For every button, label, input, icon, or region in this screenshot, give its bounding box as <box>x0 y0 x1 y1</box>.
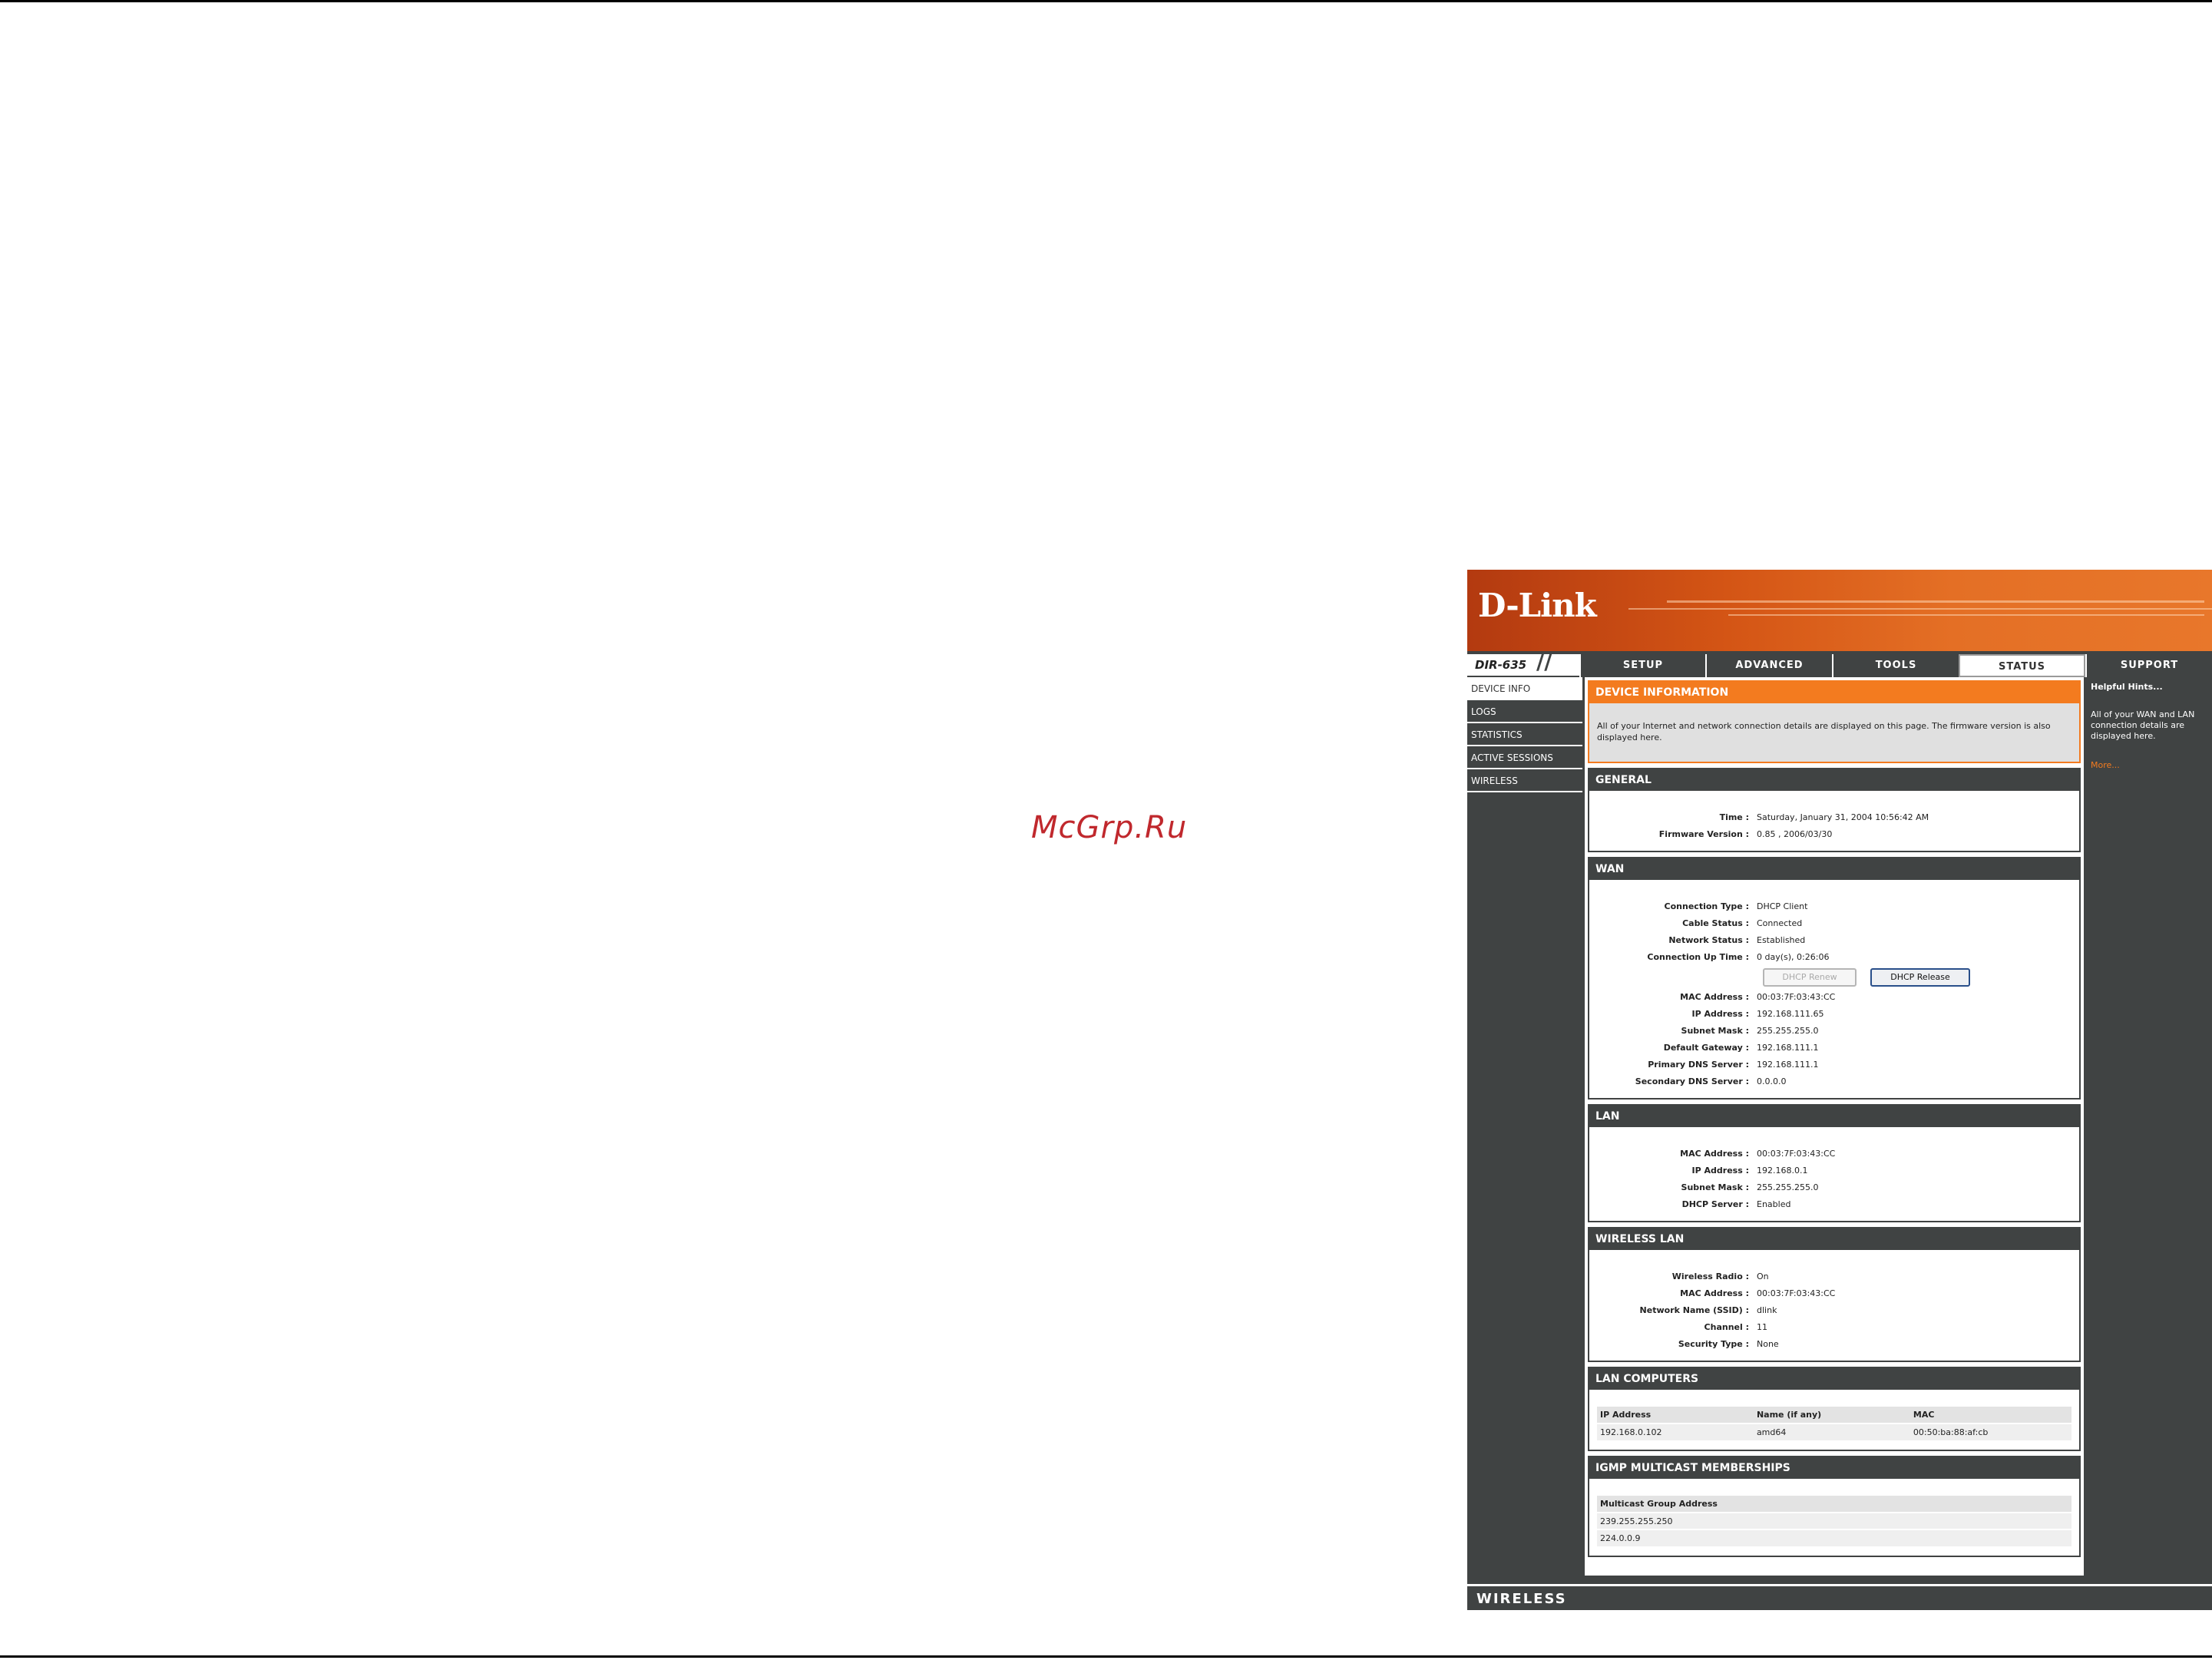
wireless-lan-section: WIRELESS LAN Wireless Radio : On MAC Addr… <box>1588 1227 2081 1362</box>
dhcp-renew-button[interactable]: DHCP Renew <box>1763 968 1857 987</box>
sidebar-item-device-info[interactable]: DEVICE INFO <box>1467 677 1582 700</box>
gateway-row: Default Gateway :192.168.111.1 <box>1663 1043 1819 1053</box>
wan-mac-row: MAC Address :00:03:7F:03:43:CC <box>1680 992 1836 1002</box>
wireless-radio-row: Wireless Radio : On <box>1671 1271 1769 1281</box>
tab-tools[interactable]: TOOLS <box>1832 654 1959 677</box>
dlink-logo: D-Link <box>1478 587 1597 624</box>
device-information-section: DEVICE INFORMATION All of your Internet … <box>1588 680 2081 763</box>
top-nav: DIR-635 // SETUP ADVANCED TOOLS STATUS S… <box>1467 651 2212 677</box>
header-banner: D-Link <box>1467 570 2212 651</box>
lan-ip-row: IP Address :192.168.0.1 <box>1691 1166 1808 1176</box>
secondary-dns-row: Secondary DNS Server :0.0.0.0 <box>1635 1076 1787 1086</box>
tab-status[interactable]: STATUS <box>1959 654 2085 677</box>
intro-text: All of your Internet and network connect… <box>1589 703 2079 762</box>
column-header: Name (if any) <box>1753 1407 1910 1424</box>
sidebar-item-active-sessions[interactable]: ACTIVE SESSIONS <box>1467 746 1582 769</box>
sidebar-item-wireless[interactable]: WIRELESS <box>1467 769 1582 792</box>
cable-status-row: Cable Status : Connected <box>1682 918 1803 928</box>
table-row: 192.168.0.102 amd64 00:50:ba:88:af:cb <box>1597 1423 2071 1440</box>
section-title: LAN COMPUTERS <box>1589 1368 2079 1390</box>
section-title: DEVICE INFORMATION <box>1589 682 2079 703</box>
igmp-table: Multicast Group Address 239.255.255.250 … <box>1597 1496 2071 1546</box>
column-header: MAC <box>1909 1407 2071 1424</box>
hints-title: Helpful Hints... <box>2091 682 2163 692</box>
main-content: DEVICE INFORMATION All of your Internet … <box>1585 677 2084 1576</box>
time-row: Time : Saturday, January 31, 2004 10:56:4… <box>1719 812 1929 822</box>
helpful-hints: Helpful Hints... All of your WAN and LAN… <box>2086 677 2212 775</box>
igmp-section: IGMP MULTICAST MEMBERSHIPS Multicast Gro… <box>1588 1456 2081 1557</box>
bottom-rule <box>0 1655 2212 1658</box>
wireless-mac-row: MAC Address :00:03:7F:03:43:CC <box>1680 1288 1836 1298</box>
table-row: 224.0.0.9 <box>1597 1529 2071 1546</box>
dhcp-server-row: DHCP Server : Enabled <box>1681 1199 1791 1209</box>
lan-section: LAN MAC Address :00:03:7F:03:43:CC IP Ad… <box>1588 1104 2081 1222</box>
ssid-row: Network Name (SSID) : dlink <box>1639 1305 1777 1315</box>
connection-type-row: Connection Type : DHCP Client <box>1664 901 1808 911</box>
more-link[interactable]: More... <box>2091 760 2207 771</box>
section-title: GENERAL <box>1589 769 2079 791</box>
slash-decoration-icon: // <box>1536 649 1552 674</box>
lan-computers-section: LAN COMPUTERS IP Address Name (if any) M… <box>1588 1367 2081 1451</box>
network-status-row: Network Status : Established <box>1668 935 1806 945</box>
uptime-row: Connection Up Time :0 day(s), 0:26:06 <box>1647 952 1830 962</box>
dhcp-buttons: DHCP Renew DHCP Release <box>1589 966 2079 989</box>
channel-row: Channel :11 <box>1704 1322 1767 1332</box>
wan-ip-row: IP Address :192.168.111.65 <box>1691 1009 1824 1019</box>
wan-section: WAN Connection Type : DHCP Client Cable S… <box>1588 857 2081 1100</box>
sidebar: DEVICE INFO LOGS STATISTICS ACTIVE SESSI… <box>1467 677 1582 792</box>
lan-subnet-row: Subnet Mask :255.255.255.0 <box>1681 1182 1819 1192</box>
dhcp-release-button[interactable]: DHCP Release <box>1870 968 1970 987</box>
section-title: IGMP MULTICAST MEMBERSHIPS <box>1589 1457 2079 1479</box>
section-title: WAN <box>1589 858 2079 880</box>
sidebar-item-statistics[interactable]: STATISTICS <box>1467 723 1582 746</box>
general-section: GENERAL Time : Saturday, January 31, 2004… <box>1588 768 2081 852</box>
footer-wireless-label: WIRELESS <box>1476 1591 1567 1607</box>
section-title: WIRELESS LAN <box>1589 1228 2079 1250</box>
security-type-row: Security Type : None <box>1678 1339 1779 1349</box>
router-status-screenshot: D-Link DIR-635 // SETUP ADVANCED TOOLS S… <box>1467 570 2212 1610</box>
firmware-row: Firmware Version :0.85 , 2006/03/30 <box>1658 829 1833 839</box>
column-header: IP Address <box>1597 1407 1754 1424</box>
wan-subnet-row: Subnet Mask :255.255.255.0 <box>1681 1026 1819 1036</box>
tab-advanced[interactable]: ADVANCED <box>1705 654 1832 677</box>
section-title: LAN <box>1589 1106 2079 1127</box>
lan-computers-table: IP Address Name (if any) MAC 192.168.0.1… <box>1597 1407 2071 1440</box>
table-row: 239.255.255.250 <box>1597 1512 2071 1529</box>
lan-mac-row: MAC Address :00:03:7F:03:43:CC <box>1680 1149 1836 1159</box>
tab-support[interactable]: SUPPORT <box>2085 654 2212 677</box>
primary-dns-row: Primary DNS Server :192.168.111.1 <box>1648 1060 1819 1070</box>
sidebar-item-logs[interactable]: LOGS <box>1467 700 1582 723</box>
model-label: DIR-635 <box>1467 654 1579 676</box>
footer-bar: WIRELESS <box>1467 1584 2212 1610</box>
column-header: Multicast Group Address <box>1597 1496 2071 1513</box>
tab-setup[interactable]: SETUP <box>1579 654 1705 677</box>
watermark: McGrp.Ru <box>1031 810 1188 845</box>
hints-text: All of your WAN and LAN connection detai… <box>2091 709 2195 741</box>
top-rule <box>0 0 2212 2</box>
